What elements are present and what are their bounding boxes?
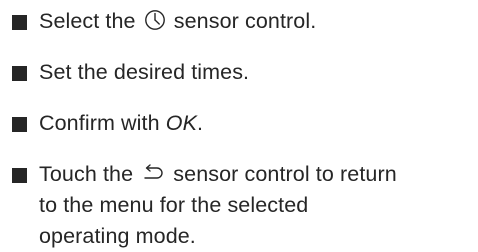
step-text-after: sensor control. — [167, 9, 317, 33]
step-text-before: Touch the — [39, 162, 140, 186]
step-text: Confirm with OK. — [39, 108, 203, 139]
step-text: Select the sensor control. — [39, 6, 316, 37]
step-text-after: sensor control to return — [167, 162, 397, 186]
return-arrow-icon — [144, 164, 163, 179]
ok-label: OK — [165, 111, 198, 135]
square-bullet-icon — [12, 117, 27, 132]
instruction-step-return: Touch the sensor control to return to the… — [12, 159, 472, 252]
instruction-step-set-times: Set the desired times. — [12, 57, 472, 88]
square-bullet-icon — [12, 168, 27, 183]
step-text-line3: operating mode. — [39, 224, 196, 248]
step-text-before: Select the — [39, 9, 142, 33]
step-text: Touch the sensor control to return to the… — [39, 159, 397, 252]
step-text-before: Confirm with — [39, 111, 166, 135]
instruction-step-confirm: Confirm with OK. — [12, 108, 472, 139]
instruction-list: Select the sensor control. Set the desir… — [0, 0, 478, 248]
square-bullet-icon — [12, 15, 27, 30]
step-text: Set the desired times. — [39, 60, 250, 84]
step-text-line2: to the menu for the selected — [39, 193, 309, 217]
clock-icon — [144, 10, 165, 30]
step-text-after: . — [197, 111, 204, 135]
instruction-step-select-clock: Select the sensor control. — [12, 6, 472, 37]
square-bullet-icon — [12, 66, 27, 81]
